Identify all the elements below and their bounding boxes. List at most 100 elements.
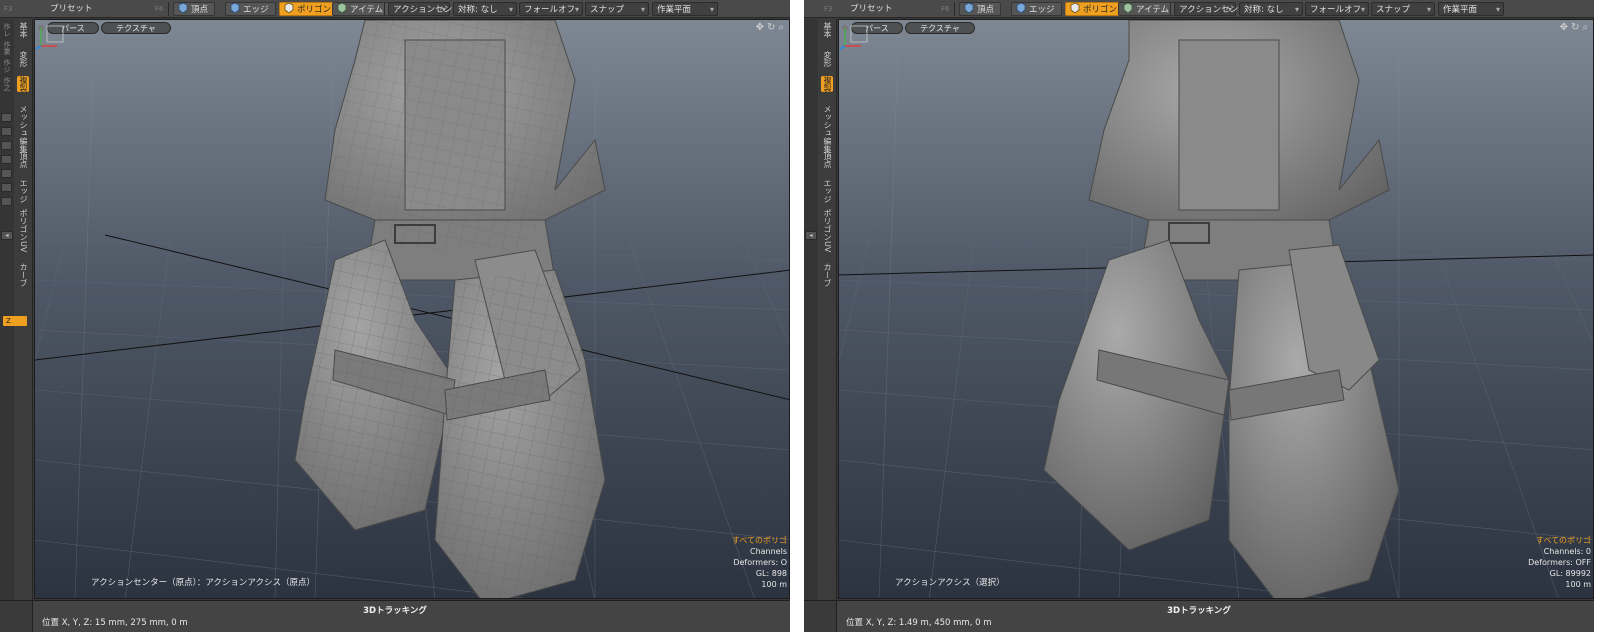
zoom-view-icon[interactable]: ⌕ — [778, 22, 787, 33]
tab-vertex[interactable]: 頂点 — [17, 152, 29, 168]
position-readout: 位置 X, Y, Z: 15 mm, 275 mm, 0 m — [42, 618, 188, 628]
scene-info: すべてのポリゴ Channels Deformers: O GL: 898 10… — [732, 535, 787, 590]
right-modo-window: F3 プリセット F6 頂点 エッジ ポリゴン アイテム アクションセンター 対… — [804, 0, 1594, 632]
viewport-nav-icons[interactable]: ✥↻⌕ — [756, 22, 787, 34]
item-mode-button[interactable]: アイテム — [1118, 2, 1177, 16]
scene-info: すべてのポリゴ Channels: 0 Deformers: OFF GL: 8… — [1528, 535, 1591, 590]
action-center-info: アクションアクシス（選択） — [895, 578, 1005, 588]
workplane-dropdown[interactable]: 作業平面 — [1438, 2, 1504, 17]
tool-button[interactable] — [1, 169, 12, 178]
gl-info: GL: 89992 — [1549, 569, 1591, 578]
tab-mesh-edit[interactable]: メッシュ編集 — [821, 105, 833, 153]
falloff-dropdown[interactable]: フォールオフ — [1305, 2, 1369, 17]
preset-button[interactable]: プリセット — [50, 2, 93, 16]
channels-info: Channels: 0 — [1543, 547, 1591, 556]
vertex-mode-button[interactable]: 頂点 — [959, 2, 1002, 16]
tab-duplicate[interactable]: 複製 — [821, 76, 833, 92]
tab-vertex[interactable]: 頂点 — [821, 152, 833, 168]
deformers-info: Deformers: OFF — [1528, 558, 1591, 567]
left-tool-strip: 作レ 作業 作ジ 作之 ◂ 基本 変形 複製 メッシュ編集 頂点 エッジ ポリゴ… — [0, 19, 33, 607]
tool-button[interactable] — [1, 141, 12, 150]
tool-column — [0, 19, 14, 607]
tab-polygon[interactable]: ポリゴン — [17, 209, 29, 241]
vertex-icon — [178, 2, 188, 14]
z-axis-badge[interactable]: Z — [3, 316, 27, 326]
tool-button[interactable] — [1, 113, 12, 122]
tab-basic[interactable]: 基本 — [17, 22, 29, 38]
tab-mesh-edit[interactable]: メッシュ編集 — [17, 105, 29, 153]
action-center-info: アクションセンター（原点）：アクションアクシス（原点） — [91, 578, 315, 588]
polygon-icon — [284, 2, 294, 14]
edge-mode-button[interactable]: エッジ — [1011, 2, 1062, 16]
3d-viewport[interactable]: パース テクスチャ ✥↻⌕ アクションセンター（原点）：アクションアクシス（原点… — [34, 19, 790, 599]
axis-orientation-icon — [35, 25, 64, 50]
f3-key-label: F3 — [4, 5, 13, 13]
viewport-scene — [839, 20, 1593, 598]
tab-deform[interactable]: 変形 — [17, 51, 29, 67]
tool-button[interactable] — [1, 197, 12, 206]
polygon-mode-button[interactable]: ポリゴン — [279, 2, 339, 16]
f6-key-label: F6 — [941, 5, 950, 13]
tab-basic[interactable]: 基本 — [821, 22, 833, 38]
collapse-arrow-icon[interactable]: ◂ — [805, 231, 817, 240]
snap-dropdown[interactable]: スナップ — [585, 2, 649, 17]
collapse-arrow-icon[interactable]: ◂ — [1, 231, 13, 240]
preset-button[interactable]: プリセット — [850, 2, 893, 16]
side-small-label: 作業 — [3, 41, 11, 55]
item-icon — [1123, 2, 1133, 14]
tab-edge[interactable]: エッジ — [17, 179, 29, 203]
texture-tab[interactable]: テクスチャ — [905, 22, 975, 34]
workplane-dropdown[interactable]: 作業平面 — [652, 2, 718, 17]
left-tool-strip: ◂ 基本 変形 複製 メッシュ編集 頂点 エッジ ポリゴン UV カーブ — [804, 19, 837, 607]
top-toolbar: F3 プリセット F6 頂点 エッジ ポリゴン アイテム アクションセンター 対… — [0, 0, 790, 18]
vertex-mode-button[interactable]: 頂点 — [173, 2, 216, 16]
rotate-view-icon[interactable]: ↻ — [1571, 22, 1582, 33]
selection-info: すべてのポリゴ — [731, 536, 787, 545]
tab-curve[interactable]: カーブ — [821, 263, 833, 287]
symmetry-dropdown[interactable]: 対称: なし — [1239, 2, 1303, 17]
action-center-dropdown[interactable]: アクションセンター — [1174, 2, 1255, 17]
zoom-view-icon[interactable]: ⌕ — [1582, 22, 1591, 33]
tab-curve[interactable]: カーブ — [17, 263, 29, 287]
left-modo-window: F3 プリセット F6 頂点 エッジ ポリゴン アイテム アクションセンター 対… — [0, 0, 790, 632]
item-mode-button[interactable]: アイテム — [332, 2, 391, 16]
viewport-scene — [35, 20, 789, 598]
move-view-icon[interactable]: ✥ — [756, 22, 767, 33]
tab-duplicate[interactable]: 複製 — [17, 76, 29, 92]
tab-deform[interactable]: 変形 — [821, 51, 833, 67]
tab-uv[interactable]: UV — [17, 241, 29, 252]
edge-mode-button[interactable]: エッジ — [225, 2, 276, 16]
f6-key-label: F6 — [155, 5, 164, 13]
side-small-label: 作之 — [3, 77, 11, 91]
tab-polygon[interactable]: ポリゴン — [821, 209, 833, 241]
axis-orientation-icon — [839, 25, 868, 50]
status-title: 3Dトラッキング — [363, 606, 427, 616]
tool-column — [804, 19, 818, 607]
status-bar: 3Dトラッキング 位置 X, Y, Z: 15 mm, 275 mm, 0 m — [0, 600, 790, 632]
position-readout: 位置 X, Y, Z: 1.49 m, 450 mm, 0 m — [846, 618, 992, 628]
falloff-dropdown[interactable]: フォールオフ — [519, 2, 583, 17]
texture-tab[interactable]: テクスチャ — [101, 22, 171, 34]
action-center-dropdown[interactable]: アクションセンター — [388, 2, 469, 17]
snap-dropdown[interactable]: スナップ — [1371, 2, 1435, 17]
symmetry-dropdown[interactable]: 対称: なし — [453, 2, 517, 17]
tab-edge[interactable]: エッジ — [821, 179, 833, 203]
channels-info: Channels — [749, 547, 787, 556]
3d-viewport[interactable]: パース テクスチャ ✥↻⌕ アクションアクシス（選択） すべてのポリゴ Chan… — [838, 19, 1594, 599]
edge-icon — [230, 2, 240, 14]
side-small-label: 作ジ — [3, 59, 11, 73]
tool-button[interactable] — [1, 127, 12, 136]
polygon-mode-button[interactable]: ポリゴン — [1065, 2, 1125, 16]
rotate-view-icon[interactable]: ↻ — [767, 22, 778, 33]
edge-icon — [1016, 2, 1026, 14]
item-icon — [337, 2, 347, 14]
grid-size-info: 100 m — [1565, 580, 1591, 589]
viewport-nav-icons[interactable]: ✥↻⌕ — [1560, 22, 1591, 34]
status-title: 3Dトラッキング — [1167, 606, 1231, 616]
selection-info: すべてのポリゴ — [1535, 536, 1591, 545]
tool-button[interactable] — [1, 155, 12, 164]
tool-button[interactable] — [1, 183, 12, 192]
move-view-icon[interactable]: ✥ — [1560, 22, 1571, 33]
top-toolbar: F3 プリセット F6 頂点 エッジ ポリゴン アイテム アクションセンター 対… — [804, 0, 1594, 18]
tab-uv[interactable]: UV — [821, 241, 833, 252]
